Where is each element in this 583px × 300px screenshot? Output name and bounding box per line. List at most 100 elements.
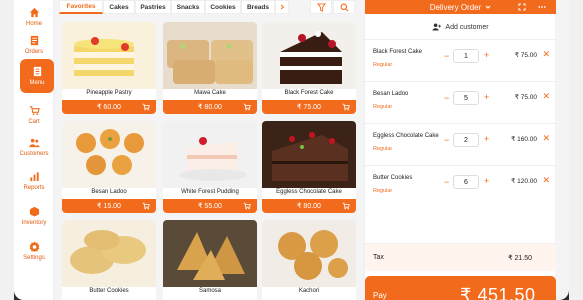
customers-icon: [28, 138, 40, 148]
product-card[interactable]: Mawa Cake ₹ 80.00: [163, 22, 257, 114]
remove-item-icon[interactable]: ✕: [542, 49, 550, 60]
product-name: White Forest Pudding: [181, 189, 239, 195]
tabs-scroll-right[interactable]: [275, 0, 289, 14]
quantity-field[interactable]: 5: [453, 91, 479, 105]
inventory-icon: [29, 206, 39, 217]
nav-label: Reports: [23, 185, 45, 191]
cart-icon: [142, 202, 150, 210]
nav-inventory[interactable]: Inventory: [14, 199, 54, 233]
orders-icon: [30, 35, 38, 46]
tax-label: Tax: [373, 254, 384, 261]
order-type-selector[interactable]: Delivery Order: [430, 3, 482, 12]
item-name: Eggless Chocolate Cake: [373, 133, 439, 139]
increase-qty-button[interactable]: +: [484, 134, 489, 144]
tab-cookies[interactable]: Cookies: [205, 0, 241, 14]
nav-settings[interactable]: Settings: [14, 234, 54, 268]
product-price: ₹ 60.00: [97, 104, 121, 111]
add-customer-label: Add customer: [445, 23, 489, 31]
add-to-cart-button[interactable]: ₹ 60.00: [62, 100, 156, 114]
decrease-qty-button[interactable]: −: [444, 51, 449, 61]
tab-breads[interactable]: Breads: [241, 0, 275, 14]
nav-reports[interactable]: Reports: [14, 164, 54, 198]
item-variant[interactable]: Regular: [373, 62, 392, 68]
device-bezel-left: [0, 0, 14, 300]
add-to-cart-button[interactable]: ₹ 15.00: [62, 199, 156, 213]
add-to-cart-button[interactable]: ₹ 55.00: [163, 199, 257, 213]
decrease-qty-button[interactable]: −: [444, 135, 449, 145]
menu-icon: [33, 66, 41, 77]
butter-cookies-image: [62, 220, 156, 287]
increase-qty-button[interactable]: +: [484, 92, 489, 102]
product-card[interactable]: Eggless Chocolate Cake ₹ 80.00: [262, 121, 356, 213]
item-name: Butter Cookies: [373, 175, 413, 181]
product-card[interactable]: Black Forest Cake ₹ 75.00: [262, 22, 356, 114]
search-icon: [340, 3, 348, 11]
order-line-item: Eggless Chocolate Cake Regular − 2 + ₹ 1…: [365, 123, 556, 163]
tab-pastries[interactable]: Pastries: [135, 0, 171, 14]
item-variant[interactable]: Regular: [373, 146, 392, 152]
increase-qty-button[interactable]: +: [484, 50, 489, 60]
nav-label: Orders: [24, 49, 44, 55]
add-to-cart-button[interactable]: ₹ 80.00: [163, 100, 257, 114]
item-variant[interactable]: Regular: [373, 188, 392, 194]
cart-icon: [243, 103, 251, 111]
pay-label: Pay: [373, 291, 387, 300]
product-name: Mawa Cake: [194, 90, 226, 96]
product-card[interactable]: Samosa: [163, 220, 257, 300]
cart-icon: [29, 106, 40, 116]
nav-customers[interactable]: Customers: [14, 130, 54, 164]
nav-cart[interactable]: Cart: [14, 98, 54, 132]
tab-cakes[interactable]: Cakes: [103, 0, 135, 14]
item-variant[interactable]: Regular: [373, 104, 392, 110]
pay-button[interactable]: Pay ₹ 451.50: [365, 276, 556, 300]
expand-icon[interactable]: [518, 3, 526, 11]
cart-icon: [243, 202, 251, 210]
remove-item-icon[interactable]: ✕: [542, 91, 550, 102]
product-name: Kachori: [298, 288, 320, 294]
white-forest-pudding-image: [163, 121, 257, 188]
decrease-qty-button[interactable]: −: [444, 177, 449, 187]
item-price: ₹ 75.00: [514, 94, 537, 101]
item-price: ₹ 160.00: [511, 136, 537, 143]
device-bezel-right: [569, 0, 583, 300]
tax-value: ₹ 21.50: [508, 255, 532, 262]
chevron-right-icon: [280, 4, 285, 10]
nav-orders[interactable]: Orders: [14, 28, 54, 62]
filter-button[interactable]: [310, 0, 332, 14]
chevron-down-icon: [485, 5, 491, 9]
product-card[interactable]: Kachori: [262, 220, 356, 300]
quantity-field[interactable]: 1: [453, 49, 479, 63]
nav-label: Home: [25, 21, 42, 27]
product-price: ₹ 55.00: [198, 203, 222, 210]
search-button[interactable]: [333, 0, 355, 14]
item-name: Besan Ladoo: [373, 91, 409, 97]
home-icon: [29, 7, 39, 18]
product-card[interactable]: Butter Cookies: [62, 220, 156, 300]
tab-snacks[interactable]: Snacks: [171, 0, 205, 14]
order-panel: Delivery Order Add customer Black Forest…: [364, 0, 556, 300]
add-user-icon: [432, 23, 442, 31]
product-card[interactable]: Besan Ladoo ₹ 15.00: [62, 121, 156, 213]
order-header: Delivery Order: [365, 0, 556, 14]
cart-icon: [342, 103, 350, 111]
add-customer-button[interactable]: Add customer: [365, 20, 556, 34]
settings-icon: [29, 241, 39, 252]
quantity-field[interactable]: 2: [453, 133, 479, 147]
quantity-field[interactable]: 6: [453, 175, 479, 189]
product-name: Eggless Chocolate Cake: [276, 189, 342, 195]
product-card[interactable]: White Forest Pudding ₹ 55.00: [163, 121, 257, 213]
decrease-qty-button[interactable]: −: [444, 93, 449, 103]
increase-qty-button[interactable]: +: [484, 176, 489, 186]
more-options-icon[interactable]: [538, 3, 546, 11]
add-to-cart-button[interactable]: ₹ 80.00: [262, 199, 356, 213]
filter-icon: [316, 2, 326, 12]
tab-favorites[interactable]: Favorites: [59, 0, 103, 14]
nav-label: Menu: [29, 80, 45, 86]
remove-item-icon[interactable]: ✕: [542, 175, 550, 186]
nav-menu[interactable]: Menu: [20, 59, 54, 93]
remove-item-icon[interactable]: ✕: [542, 133, 550, 144]
product-price: ₹ 15.00: [97, 203, 121, 210]
reports-icon: [29, 172, 39, 182]
add-to-cart-button[interactable]: ₹ 75.00: [262, 100, 356, 114]
product-card[interactable]: Pineapple Pastry ₹ 60.00: [62, 22, 156, 114]
